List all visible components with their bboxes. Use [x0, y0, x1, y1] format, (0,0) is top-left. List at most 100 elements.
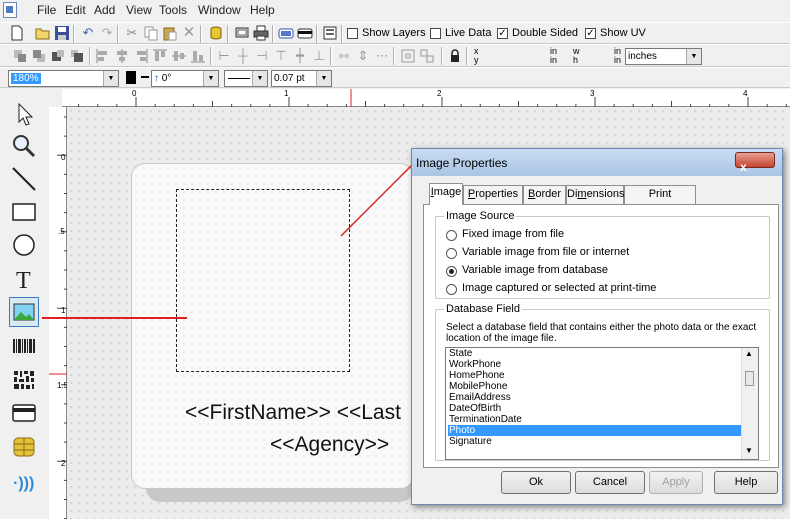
align-bottom-icon[interactable] — [190, 48, 206, 64]
tab-properties[interactable]: Properties — [463, 185, 523, 204]
center-vertical-icon[interactable]: ┿ — [292, 48, 308, 64]
group-icon[interactable] — [419, 48, 435, 64]
printer-icon[interactable] — [253, 25, 269, 41]
make-same-size-icon[interactable] — [400, 48, 416, 64]
list-item[interactable]: HomePhone — [448, 370, 745, 381]
ellipse-tool[interactable] — [9, 230, 39, 260]
line-color-icon[interactable] — [140, 70, 150, 86]
menu-edit[interactable]: Edit — [65, 3, 86, 17]
scroll-up-icon[interactable]: ▲ — [745, 349, 753, 358]
space-vertical-icon[interactable]: ⇕ — [355, 48, 371, 64]
apply-button[interactable]: Apply — [649, 471, 703, 494]
right-edge-icon[interactable]: ⊣ — [254, 48, 270, 64]
menu-view[interactable]: View — [126, 3, 152, 17]
rectangle-tool[interactable] — [9, 197, 39, 227]
redo-icon[interactable]: ↷ — [99, 25, 115, 41]
list-scrollbar[interactable]: ▲ ▼ — [741, 348, 758, 459]
list-item[interactable]: State — [448, 348, 745, 359]
save-icon[interactable] — [54, 25, 70, 41]
center-page-icon[interactable]: ┼ — [235, 48, 251, 64]
select-tool[interactable] — [9, 100, 39, 130]
smart-chip-tool[interactable] — [9, 432, 39, 462]
help-button[interactable]: Help — [714, 471, 778, 494]
contactless-tool[interactable]: ·))) — [9, 466, 39, 496]
line-tool[interactable] — [9, 164, 39, 194]
line-width-select[interactable]: 0.07 pt ▼ — [271, 70, 332, 87]
bring-to-front-icon[interactable] — [12, 48, 28, 64]
database-icon[interactable] — [208, 25, 224, 41]
variable-file-radio[interactable] — [446, 248, 457, 259]
dialog-title-bar[interactable]: Image Properties x — [412, 149, 782, 176]
cut-icon[interactable]: ✂ — [124, 25, 140, 41]
list-item[interactable]: DateOfBirth — [448, 403, 745, 414]
distribute-icon[interactable]: ⋯ — [374, 48, 390, 64]
cancel-button[interactable]: Cancel — [575, 471, 645, 494]
paste-icon[interactable] — [162, 25, 178, 41]
tab-dimensions[interactable]: Dimensions — [566, 185, 624, 204]
menu-window[interactable]: Window — [198, 3, 241, 17]
rotation-select[interactable]: ↑ 0° ▼ — [151, 70, 219, 87]
send-backward-icon[interactable] — [69, 48, 85, 64]
undo-icon[interactable]: ↶ — [80, 25, 96, 41]
2d-barcode-tool[interactable] — [9, 365, 39, 395]
show-uv-checkbox[interactable]: ✓ — [585, 28, 596, 39]
menu-tools[interactable]: Tools — [159, 3, 187, 17]
list-item[interactable]: WorkPhone — [448, 359, 745, 370]
image-tool[interactable] — [9, 297, 39, 327]
text-tool[interactable]: T — [9, 263, 39, 294]
fill-color-icon[interactable] — [125, 70, 139, 86]
list-item-selected[interactable]: Photo — [448, 425, 745, 436]
lock-icon[interactable] — [447, 48, 463, 64]
zoom-select[interactable]: 180% ▼ — [8, 70, 119, 87]
photo-image-placeholder[interactable] — [176, 189, 350, 372]
copy-icon[interactable] — [143, 25, 159, 41]
properties-icon[interactable] — [322, 25, 338, 41]
menu-add[interactable]: Add — [94, 3, 115, 17]
variable-database-radio[interactable] — [446, 266, 457, 277]
tab-border[interactable]: Border — [523, 185, 566, 204]
space-horizontal-icon[interactable]: ⇿ — [336, 48, 352, 64]
barcode-tool[interactable] — [9, 331, 39, 361]
print-setup-icon[interactable] — [234, 25, 250, 41]
bring-forward-icon[interactable] — [50, 48, 66, 64]
top-edge-icon[interactable]: ⊤ — [273, 48, 289, 64]
align-right-icon[interactable] — [133, 48, 149, 64]
units-select[interactable]: inches ▼ — [625, 48, 702, 65]
align-top-icon[interactable] — [152, 48, 168, 64]
list-item[interactable]: TerminationDate — [448, 414, 745, 425]
database-field-list[interactable]: State WorkPhone HomePhone MobilePhone Em… — [445, 347, 759, 460]
center-horizontal-icon[interactable]: ⊢ — [216, 48, 232, 64]
tab-print-condition[interactable]: Print Condition — [624, 185, 696, 217]
agency-text-field[interactable]: <<Agency>> — [270, 433, 389, 457]
card-back-icon[interactable] — [297, 25, 313, 41]
live-data-checkbox[interactable] — [430, 28, 441, 39]
double-sided-checkbox[interactable]: ✓ — [497, 28, 508, 39]
list-item[interactable]: EmailAddress — [448, 392, 745, 403]
menu-help[interactable]: Help — [250, 3, 275, 17]
delete-icon[interactable]: ✕ — [181, 25, 197, 41]
app-icon[interactable] — [3, 2, 17, 18]
fixed-image-radio[interactable] — [446, 230, 457, 241]
scroll-down-icon[interactable]: ▼ — [745, 446, 753, 455]
align-center-icon[interactable] — [114, 48, 130, 64]
zoom-tool[interactable] — [9, 131, 39, 161]
name-text-field[interactable]: <<FirstName>> <<Last — [185, 401, 401, 425]
list-item[interactable]: Signature — [448, 436, 745, 447]
scroll-thumb[interactable] — [745, 371, 754, 386]
print-time-radio[interactable] — [446, 284, 457, 295]
tab-image[interactable]: Image — [429, 183, 463, 205]
card-front-icon[interactable] — [278, 25, 294, 41]
ok-button[interactable]: Ok — [501, 471, 571, 494]
line-style-select[interactable]: ▼ — [224, 70, 268, 87]
show-layers-checkbox[interactable] — [347, 28, 358, 39]
send-to-back-icon[interactable] — [31, 48, 47, 64]
close-button[interactable]: x — [735, 152, 775, 174]
align-left-icon[interactable] — [95, 48, 111, 64]
new-file-icon[interactable] — [9, 25, 25, 41]
bottom-edge-icon[interactable]: ⊥ — [311, 48, 327, 64]
menu-file[interactable]: File — [37, 3, 56, 17]
list-item[interactable]: MobilePhone — [448, 381, 745, 392]
magnetic-stripe-tool[interactable] — [9, 398, 39, 428]
open-folder-icon[interactable] — [35, 25, 51, 41]
align-middle-icon[interactable] — [171, 48, 187, 64]
